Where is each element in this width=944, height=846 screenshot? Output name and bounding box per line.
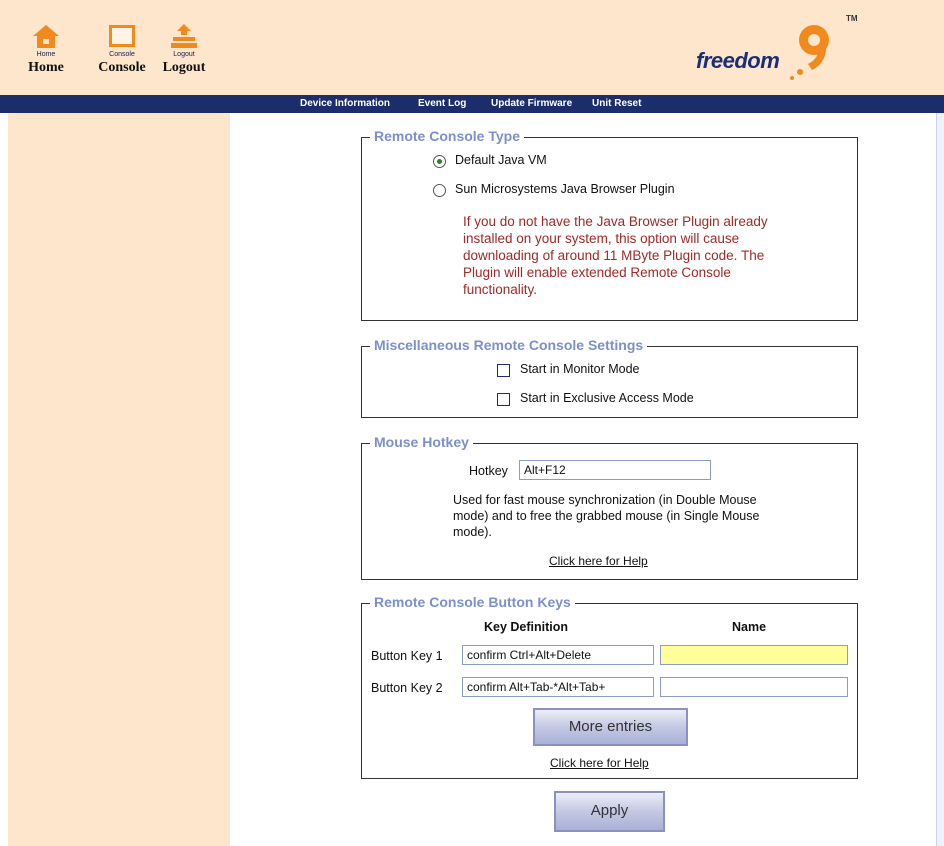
button-key-2-label: Button Key 2 [371,681,443,695]
button-keys-help-link[interactable]: Click here for Help [550,756,649,770]
hotkey-label: Hotkey [469,464,508,478]
button-key-2-name-input[interactable] [660,677,848,697]
more-entries-label: More entries [568,718,653,735]
logout-small-label: Logout [173,51,195,58]
left-sidebar [8,113,230,846]
logo-text: freedom [696,48,780,73]
apply-button[interactable]: Apply [554,791,665,832]
plugin-warning-text: If you do not have the Java Browser Plug… [463,214,768,297]
java-plugin-radio[interactable] [433,184,446,197]
monitor-mode-label: Start in Monitor Mode [520,362,640,376]
freedom9-logo: freedom TM [696,14,866,88]
button-keys-section: Remote Console Button Keys Key Definitio… [361,594,858,779]
home-icon [31,22,61,50]
vertical-scrollbar[interactable] [936,113,944,846]
menu-unit-reset[interactable]: Unit Reset [592,98,641,109]
console-icon [107,22,137,50]
exclusive-mode-checkbox[interactable] [497,393,510,406]
top-menu-bar: Device Information Event Log Update Firm… [0,95,944,113]
home-button[interactable]: Home Home [20,22,72,76]
console-small-label: Console [109,51,135,58]
button-key-2-definition-input[interactable] [462,677,654,697]
header: Home Home Console Console Logout Logout … [0,0,944,95]
misc-settings-legend: Miscellaneous Remote Console Settings [370,337,648,353]
default-java-vm-label: Default Java VM [455,153,547,167]
exclusive-mode-label: Start in Exclusive Access Mode [520,391,694,405]
mouse-hotkey-section: Mouse Hotkey Hotkey Used for fast mouse … [361,434,858,580]
misc-settings-section: Miscellaneous Remote Console Settings St… [361,337,858,418]
console-label: Console [98,60,146,75]
logout-icon [169,22,199,50]
home-small-label: Home [36,51,56,58]
remote-console-type-legend: Remote Console Type [370,128,524,144]
menu-device-information[interactable]: Device Information [300,98,390,109]
button-keys-legend: Remote Console Button Keys [370,594,575,610]
hotkey-help-link[interactable]: Click here for Help [549,554,648,568]
key-definition-header: Key Definition [484,620,569,634]
java-plugin-label: Sun Microsystems Java Browser Plugin [455,182,675,196]
logo-nine-graphic [790,25,829,80]
button-key-1-name-input[interactable] [660,645,848,665]
logo-tm: TM [846,14,858,23]
hotkey-input[interactable] [519,460,711,480]
more-entries-button[interactable]: More entries [533,708,688,746]
console-button[interactable]: Console Console [86,22,158,76]
menu-event-log[interactable]: Event Log [418,98,466,109]
home-label: Home [28,60,64,75]
monitor-mode-checkbox[interactable] [497,364,510,377]
button-key-1-label: Button Key 1 [371,649,443,663]
name-header: Name [732,620,767,634]
remote-console-type-section: Remote Console Type Default Java VM Sun … [361,128,858,321]
default-java-vm-radio[interactable] [433,155,446,168]
button-key-1-definition-input[interactable] [462,645,654,665]
logout-label: Logout [162,60,206,75]
menu-update-firmware[interactable]: Update Firmware [491,98,572,109]
mouse-hotkey-legend: Mouse Hotkey [370,434,473,450]
logout-button[interactable]: Logout Logout [156,22,212,76]
apply-label: Apply [590,802,629,819]
hotkey-description: Used for fast mouse synchronization (in … [453,493,760,539]
